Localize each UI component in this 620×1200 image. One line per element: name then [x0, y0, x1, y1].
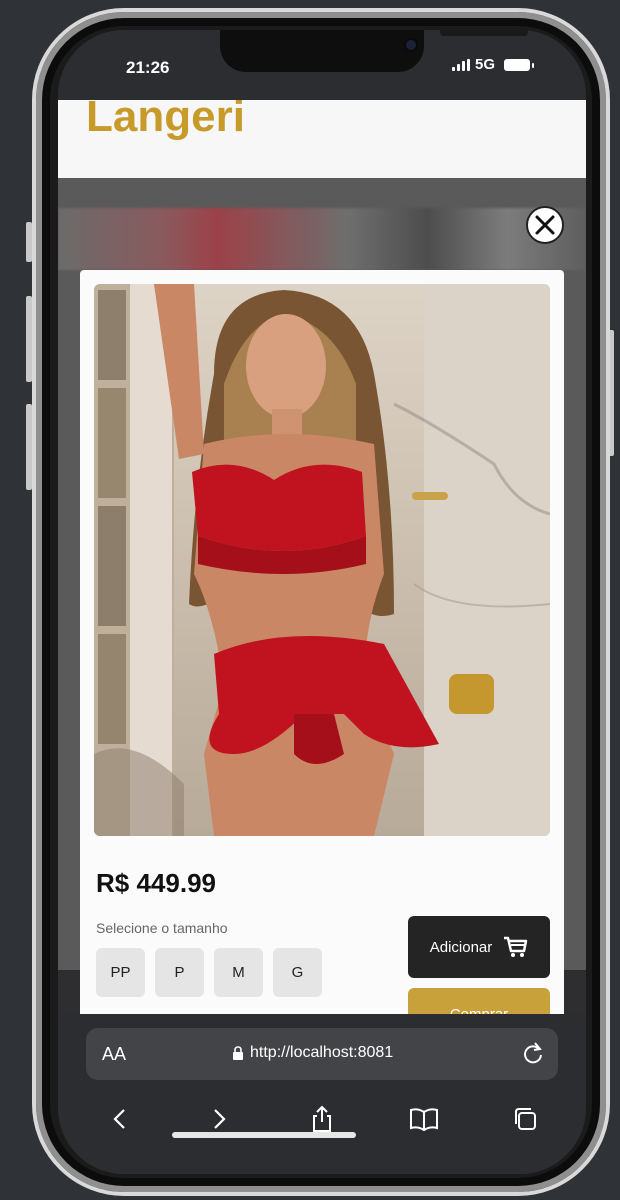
- phone-screen: 21:26 5G Langeri R$ 449.99 Selecione o t…: [58, 30, 586, 1174]
- reload-button[interactable]: [522, 1041, 544, 1070]
- product-price: R$ 449.99: [96, 868, 216, 898]
- browser-chrome: AA http://localhost:8081: [58, 1014, 586, 1174]
- home-indicator: [172, 1132, 356, 1138]
- size-option-pp[interactable]: PP: [96, 948, 145, 997]
- lock-icon: [233, 1046, 243, 1060]
- url-text: http://localhost:8081: [250, 1044, 394, 1061]
- product-photo-illustration: [94, 284, 550, 836]
- brand-logo[interactable]: Langeri: [86, 100, 245, 142]
- close-icon: [535, 215, 555, 235]
- book-icon: [409, 1108, 438, 1131]
- size-option-p[interactable]: P: [155, 948, 204, 997]
- size-option-g[interactable]: G: [273, 948, 322, 997]
- tabs-icon: [515, 1108, 537, 1130]
- speaker: [440, 30, 528, 36]
- add-to-cart-button[interactable]: Adicionar: [408, 916, 550, 978]
- reader-settings-button[interactable]: AA: [102, 1044, 126, 1065]
- size-option-m[interactable]: M: [214, 948, 263, 997]
- product-image: [94, 284, 550, 836]
- signal-icon: [452, 58, 470, 71]
- url-display[interactable]: http://localhost:8081: [232, 1044, 393, 1062]
- reload-icon: [524, 1042, 542, 1064]
- status-indicators: 5G: [452, 56, 535, 73]
- back-button[interactable]: [101, 1101, 137, 1137]
- site-header: Langeri: [58, 100, 586, 178]
- notch: [220, 30, 528, 72]
- chevron-left-icon: [113, 1109, 125, 1129]
- background-banner: [58, 208, 586, 270]
- bookmarks-button[interactable]: [406, 1101, 442, 1137]
- chevron-right-icon: [214, 1109, 226, 1129]
- tabs-button[interactable]: [507, 1101, 543, 1137]
- product-modal: R$ 449.99 Selecione o tamanho PP P M G A…: [80, 270, 564, 1044]
- battery-icon: [504, 58, 535, 71]
- size-label: Selecione o tamanho: [96, 920, 228, 936]
- front-camera: [406, 40, 416, 50]
- add-to-cart-label: Adicionar: [429, 938, 493, 956]
- size-options: PP P M G: [96, 948, 322, 997]
- share-icon: [312, 1105, 331, 1132]
- status-time: 21:26: [126, 58, 170, 77]
- status-bar: 21:26 5G: [58, 30, 586, 100]
- cart-icon: [504, 936, 528, 957]
- close-modal-button[interactable]: [526, 206, 564, 244]
- network-type: 5G: [475, 56, 496, 73]
- address-bar[interactable]: AA http://localhost:8081: [86, 1028, 558, 1080]
